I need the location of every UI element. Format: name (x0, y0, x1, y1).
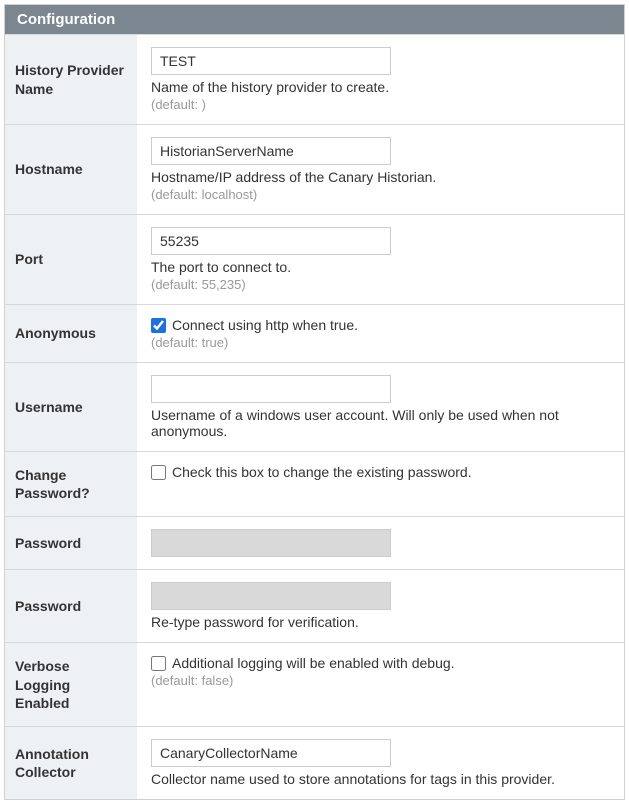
row-history-provider: History Provider Name Name of the histor… (5, 34, 624, 124)
row-change-password: Change Password? Check this box to chang… (5, 451, 624, 516)
hostname-default: (default: localhost) (151, 187, 610, 202)
label-verbose: Verbose Logging Enabled (5, 643, 137, 726)
cell-password-2: Re-type password for verification. (137, 570, 624, 642)
verbose-checkbox[interactable] (151, 656, 166, 671)
cell-change-password: Check this box to change the existing pa… (137, 452, 624, 516)
password-2-desc: Re-type password for verification. (151, 614, 610, 630)
verbose-text: Additional logging will be enabled with … (172, 655, 455, 671)
port-input[interactable] (151, 227, 391, 255)
row-verbose: Verbose Logging Enabled Additional loggi… (5, 642, 624, 726)
annotation-collector-desc: Collector name used to store annotations… (151, 771, 610, 787)
label-password-1: Password (5, 517, 137, 569)
label-username: Username (5, 363, 137, 451)
label-port: Port (5, 215, 137, 304)
password-2-input[interactable] (151, 582, 391, 610)
history-provider-input[interactable] (151, 47, 391, 75)
history-provider-default: (default: ) (151, 97, 610, 112)
row-anonymous: Anonymous Connect using http when true. … (5, 304, 624, 362)
label-history-provider: History Provider Name (5, 35, 137, 124)
password-1-input[interactable] (151, 529, 391, 557)
verbose-default: (default: false) (151, 673, 610, 688)
cell-anonymous: Connect using http when true. (default: … (137, 305, 624, 362)
username-input[interactable] (151, 375, 391, 403)
row-hostname: Hostname Hostname/IP address of the Cana… (5, 124, 624, 214)
row-port: Port The port to connect to. (default: 5… (5, 214, 624, 304)
history-provider-desc: Name of the history provider to create. (151, 79, 610, 95)
panel-title: Configuration (5, 5, 624, 34)
cell-password-1 (137, 517, 624, 569)
port-default: (default: 55,235) (151, 277, 610, 292)
row-annotation-collector: Annotation Collector Collector name used… (5, 726, 624, 799)
port-desc: The port to connect to. (151, 259, 610, 275)
anonymous-default: (default: true) (151, 335, 610, 350)
row-password-2: Password Re-type password for verificati… (5, 569, 624, 642)
change-password-checkbox[interactable] (151, 465, 166, 480)
annotation-collector-input[interactable] (151, 739, 391, 767)
anonymous-checkbox[interactable] (151, 318, 166, 333)
cell-annotation-collector: Collector name used to store annotations… (137, 727, 624, 799)
cell-port: The port to connect to. (default: 55,235… (137, 215, 624, 304)
cell-history-provider: Name of the history provider to create. … (137, 35, 624, 124)
label-hostname: Hostname (5, 125, 137, 214)
hostname-input[interactable] (151, 137, 391, 165)
label-change-password: Change Password? (5, 452, 137, 516)
cell-verbose: Additional logging will be enabled with … (137, 643, 624, 726)
change-password-text: Check this box to change the existing pa… (172, 464, 472, 480)
configuration-panel: Configuration History Provider Name Name… (4, 4, 625, 800)
cell-username: Username of a windows user account. Will… (137, 363, 624, 451)
row-username: Username Username of a windows user acco… (5, 362, 624, 451)
cell-hostname: Hostname/IP address of the Canary Histor… (137, 125, 624, 214)
username-desc: Username of a windows user account. Will… (151, 407, 610, 439)
hostname-desc: Hostname/IP address of the Canary Histor… (151, 169, 610, 185)
label-password-2: Password (5, 570, 137, 642)
anonymous-text: Connect using http when true. (172, 317, 358, 333)
label-annotation-collector: Annotation Collector (5, 727, 137, 799)
row-password-1: Password (5, 516, 624, 569)
label-anonymous: Anonymous (5, 305, 137, 362)
